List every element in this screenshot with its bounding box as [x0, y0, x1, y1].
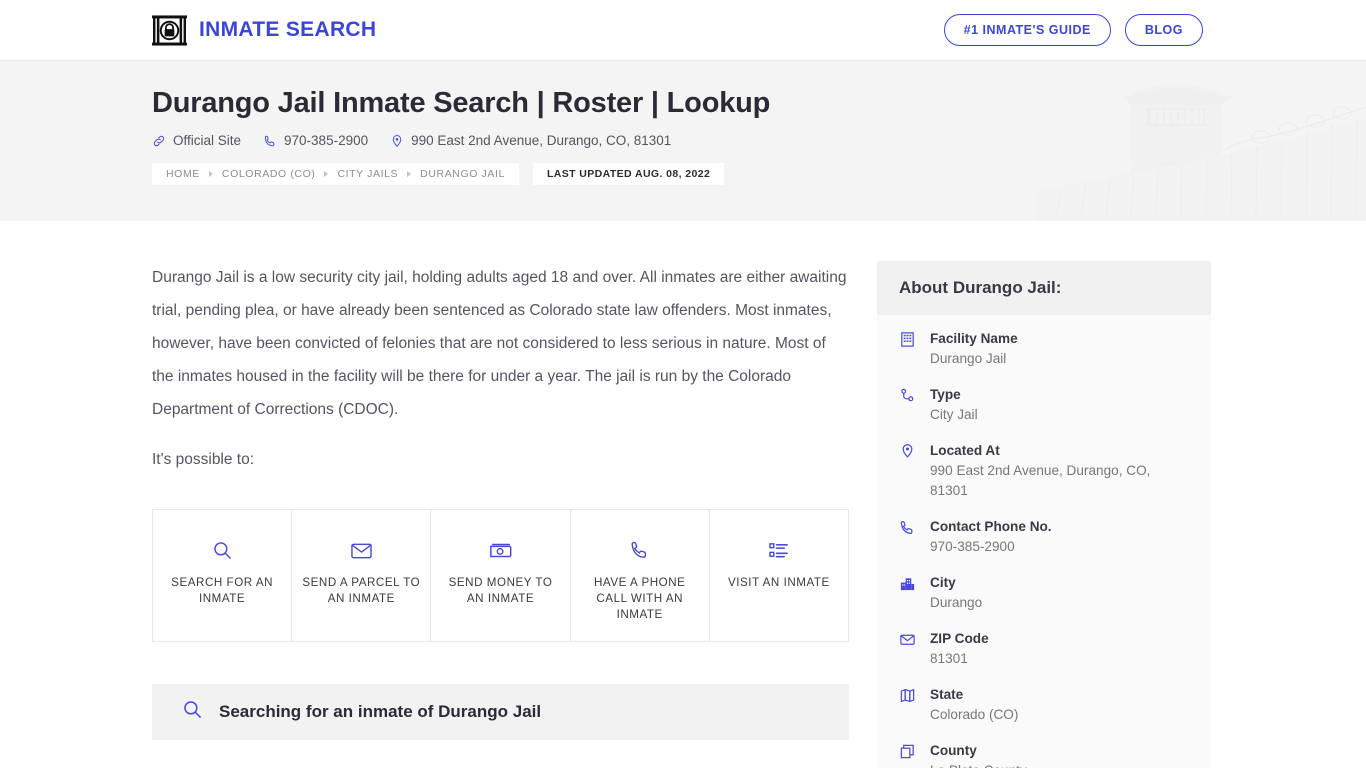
brand-logo-link[interactable]: INMATE SEARCH: [152, 14, 376, 47]
action-card-visit-inmate[interactable]: VISIT AN INMATE: [710, 510, 848, 641]
action-card-search-inmate[interactable]: SEARCH FOR AN INMATE: [153, 510, 293, 641]
page-root: INMATE SEARCH #1 INMATE'S GUIDE BLOG Dur…: [0, 0, 1366, 768]
about-value: 990 East 2nd Avenue, Durango, CO, 81301: [930, 463, 1151, 498]
about-label: ZIP Code: [930, 631, 989, 646]
action-label: SEND A PARCEL TO AN INMATE: [302, 576, 421, 605]
chevron-right-icon: [407, 171, 412, 177]
about-row-located-at: Located At 990 East 2nd Avenue, Durango,…: [899, 441, 1189, 501]
action-label: SEARCH FOR AN INMATE: [171, 576, 274, 605]
chevron-right-icon: [208, 171, 213, 177]
blog-button[interactable]: BLOG: [1124, 13, 1203, 47]
about-row-zip-code: ZIP Code 81301: [899, 629, 1189, 669]
location-pin-icon: [899, 441, 917, 501]
link-icon: [153, 135, 165, 146]
breadcrumb: HOME COLORADO (CO) CITY JAILS DURANGO JA…: [152, 163, 1366, 185]
about-label: Located At: [930, 443, 1000, 458]
last-updated-badge: LAST UPDATED AUG. 08, 2022: [532, 163, 725, 185]
address-label: 990 East 2nd Avenue, Durango, CO, 81301: [411, 133, 672, 148]
header-actions: #1 INMATE'S GUIDE BLOG: [943, 13, 1203, 47]
official-site-link[interactable]: Official Site: [152, 133, 241, 148]
action-label: HAVE A PHONE CALL WITH AN INMATE: [593, 576, 686, 621]
about-row-state: State Colorado (CO): [899, 685, 1189, 725]
about-panel-heading: About Durango Jail:: [877, 261, 1211, 315]
copy-icon: [899, 741, 917, 768]
list-icon: [768, 535, 789, 565]
about-row-city: City Durango: [899, 573, 1189, 613]
envelope-icon: [899, 629, 917, 669]
address-link[interactable]: 990 East 2nd Avenue, Durango, CO, 81301: [390, 133, 671, 148]
about-row-type: Type City Jail: [899, 385, 1189, 425]
possible-to-paragraph: It's possible to:: [152, 451, 255, 468]
about-row-county: County La Plata County: [899, 741, 1189, 768]
breadcrumb-item-city-jails[interactable]: CITY JAILS: [337, 168, 398, 180]
search-icon: [212, 535, 233, 565]
about-label: Contact Phone No.: [930, 519, 1052, 534]
phone-label: 970-385-2900: [284, 133, 369, 148]
about-label: Type: [930, 387, 961, 402]
hero-content: Durango Jail Inmate Search | Roster | Lo…: [0, 61, 1366, 185]
official-site-label: Official Site: [173, 133, 242, 148]
action-label: SEND MONEY TO AN INMATE: [448, 576, 553, 605]
location-pin-icon: [392, 134, 402, 147]
money-icon: [489, 535, 513, 565]
about-value: La Plata County: [930, 761, 1027, 768]
action-card-send-money[interactable]: SEND MONEY TO AN INMATE: [431, 510, 571, 641]
action-label: VISIT AN INMATE: [727, 576, 830, 589]
section-title: Searching for an inmate of Durango Jail: [219, 702, 542, 721]
action-card-send-parcel[interactable]: SEND A PARCEL TO AN INMATE: [292, 510, 432, 641]
breadcrumb-item-home[interactable]: HOME: [166, 168, 200, 180]
breadcrumb-item-colorado[interactable]: COLORADO (CO): [222, 168, 316, 180]
action-card-phone-call[interactable]: HAVE A PHONE CALL WITH AN INMATE: [571, 510, 710, 641]
intro-paragraph: Durango Jail is a low security city jail…: [152, 269, 847, 418]
building-icon: [899, 329, 917, 369]
action-card-group: SEARCH FOR AN INMATE SEND A PARCEL TO AN…: [152, 509, 849, 642]
about-label: County: [930, 743, 977, 758]
phone-link[interactable]: 970-385-2900: [263, 133, 368, 148]
about-value: Durango Jail: [930, 351, 1007, 366]
brand-name: INMATE SEARCH: [199, 18, 377, 41]
main-column: Durango Jail is a low security city jail…: [152, 261, 849, 740]
envelope-icon: [350, 535, 373, 565]
about-label: Facility Name: [930, 331, 1018, 346]
hero-meta: Official Site 970-385-2900 990 East 2nd …: [152, 133, 1366, 148]
about-panel: About Durango Jail: Facility Name Durang…: [877, 261, 1211, 768]
content-area: Durango Jail is a low security city jail…: [0, 221, 1366, 768]
about-rows: Facility Name Durango Jail Type City Jai…: [877, 315, 1211, 768]
city-icon: [899, 573, 917, 613]
inmates-guide-button[interactable]: #1 INMATE'S GUIDE: [943, 13, 1111, 47]
hero-band: Durango Jail Inmate Search | Roster | Lo…: [0, 60, 1366, 221]
about-label: State: [930, 687, 964, 702]
about-row-contact-phone: Contact Phone No. 970-385-2900: [899, 517, 1189, 557]
sidebar-column: About Durango Jail: Facility Name Durang…: [877, 261, 1211, 768]
about-value: 81301: [930, 651, 968, 666]
about-label: City: [930, 575, 956, 590]
about-row-facility-name: Facility Name Durango Jail: [899, 329, 1189, 369]
about-value: Durango: [930, 595, 983, 610]
branch-icon: [899, 385, 917, 425]
searching-section-bar: Searching for an inmate of Durango Jail: [152, 684, 849, 740]
map-icon: [899, 685, 917, 725]
breadcrumb-list: HOME COLORADO (CO) CITY JAILS DURANGO JA…: [152, 163, 519, 185]
about-value: City Jail: [930, 407, 978, 422]
phone-icon: [629, 535, 651, 565]
about-value: 970-385-2900: [930, 539, 1015, 554]
phone-icon: [899, 517, 917, 557]
search-icon: [182, 699, 203, 725]
chevron-right-icon: [324, 171, 329, 177]
phone-icon: [264, 135, 275, 146]
about-value: Colorado (CO): [930, 707, 1019, 722]
page-title: Durango Jail Inmate Search | Roster | Lo…: [152, 87, 771, 119]
jail-lock-icon: [152, 14, 187, 46]
breadcrumb-item-durango-jail[interactable]: DURANGO JAIL: [420, 168, 505, 180]
site-header: INMATE SEARCH #1 INMATE'S GUIDE BLOG: [0, 0, 1366, 60]
